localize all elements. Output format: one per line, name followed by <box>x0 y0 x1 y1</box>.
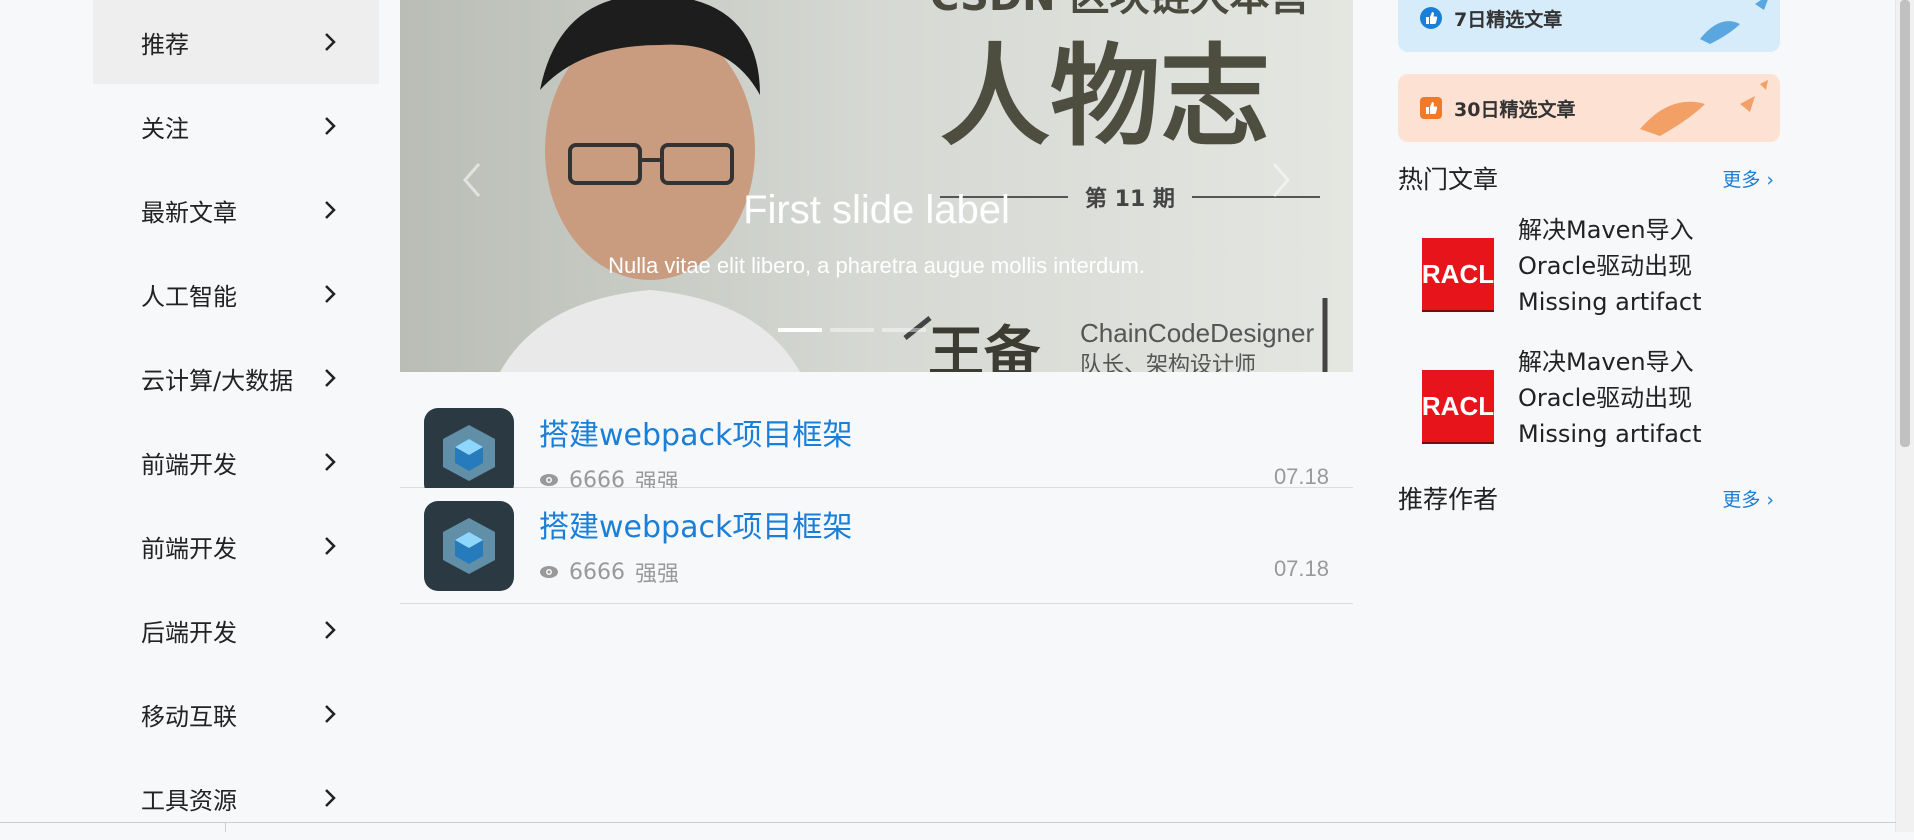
cube-icon <box>443 425 495 481</box>
bird-decoration-icon <box>1640 80 1768 136</box>
sidebar-item-label: 移动互联 <box>141 702 237 731</box>
sidebar-item-label: 最新文章 <box>141 198 237 227</box>
banner-30day-picks[interactable]: 30日精选文章 <box>1398 74 1780 142</box>
sidebar-item-frontend[interactable]: 前端开发 <box>93 420 379 504</box>
sidebar-item-label: 前端开发 <box>141 450 237 479</box>
sidebar-item-follow[interactable]: 关注 <box>93 84 379 168</box>
chevron-right-icon <box>319 283 341 305</box>
carousel[interactable]: CSDN 区块链大本营 人物志 第 11 期 王备 ChainCodeDesig… <box>400 0 1353 372</box>
slide-poster-role: 队长、架构设计师 <box>1080 353 1256 372</box>
list-item[interactable]: 搭建webpack项目框架 6666 强强 07.18 <box>400 372 1353 498</box>
webpack-logo <box>424 408 514 498</box>
bottom-divider <box>0 822 1896 823</box>
sidebar-item-label: 云计算/大数据 <box>141 366 294 395</box>
sidebar-item-label: 后端开发 <box>141 618 237 647</box>
chevron-right-icon <box>319 535 341 557</box>
chevron-right-icon <box>319 787 341 809</box>
sidebar-item-ai[interactable]: 人工智能 <box>93 252 379 336</box>
cube-icon <box>443 518 495 574</box>
eye-icon <box>540 566 558 578</box>
hot-article-item[interactable]: RACL 解决Maven导入Oracle驱动出现Missing artifact <box>1398 212 1780 330</box>
carousel-indicators <box>400 328 1353 332</box>
thumbs-up-icon <box>1420 7 1442 29</box>
banner-label: 30日精选文章 <box>1454 98 1576 121</box>
hot-article-title[interactable]: 解决Maven导入Oracle驱动出现Missing artifact <box>1518 212 1708 330</box>
webpack-logo <box>424 501 514 591</box>
eye-icon <box>540 474 558 486</box>
sidebar-item-frontend-2[interactable]: 前端开发 <box>93 504 379 588</box>
article-title[interactable]: 搭建webpack项目框架 <box>539 502 852 546</box>
list-item[interactable]: 搭建webpack项目框架 6666 强强 07.18 <box>400 488 1353 604</box>
chevron-right-icon <box>319 367 341 389</box>
chevron-right-icon <box>319 115 341 137</box>
right-sidebar: 7日精选文章 30日精选文章 热门文章 更多 › RACL 解决Maven导入O… <box>1398 0 1780 518</box>
sidebar-item-tools[interactable]: 工具资源 <box>93 756 379 840</box>
chevron-right-icon <box>319 619 341 641</box>
article-author: 强强 <box>635 562 680 587</box>
chevron-right-icon <box>319 703 341 725</box>
article-meta: 6666 强强 <box>539 556 679 588</box>
sidebar-item-mobile[interactable]: 移动互联 <box>93 672 379 756</box>
carousel-indicator[interactable] <box>777 328 822 332</box>
sidebar-item-label: 关注 <box>141 114 189 143</box>
banner-label: 7日精选文章 <box>1454 8 1563 31</box>
bird-decoration-icon <box>1700 0 1768 44</box>
view-count: 6666 <box>569 559 625 585</box>
more-link[interactable]: 更多 › <box>1722 485 1774 512</box>
slide-caption: First slide label Nulla vitae elit liber… <box>400 188 1353 279</box>
sidebar-item-label: 工具资源 <box>141 786 237 815</box>
section-title: 热门文章 <box>1398 165 1499 194</box>
sidebar-item-latest[interactable]: 最新文章 <box>93 168 379 252</box>
sidebar-item-recommend[interactable]: 推荐 <box>93 0 379 84</box>
sidebar-item-label: 人工智能 <box>141 282 237 311</box>
sidebar-item-label: 前端开发 <box>141 534 237 563</box>
chevron-right-icon <box>319 31 341 53</box>
oracle-logo: RACL <box>1422 370 1494 444</box>
calendar-icon <box>1420 97 1442 119</box>
bottom-divider-tick <box>225 822 226 832</box>
sidebar-item-cloud[interactable]: 云计算/大数据 <box>93 336 379 420</box>
hot-article-title[interactable]: 解决Maven导入Oracle驱动出现Missing artifact <box>1518 344 1708 462</box>
oracle-logo: RACL <box>1422 238 1494 312</box>
article-list: 搭建webpack项目框架 6666 强强 07.18 搭建webpack项目框… <box>400 372 1353 604</box>
slide-poster-top: CSDN 区块链大本营 <box>930 0 1310 20</box>
carousel-indicator[interactable] <box>881 328 926 332</box>
more-link[interactable]: 更多 › <box>1722 165 1774 192</box>
vertical-scrollbar[interactable] <box>1895 0 1914 832</box>
slide-poster-main: 人物志 <box>940 33 1270 161</box>
sidebar-item-backend[interactable]: 后端开发 <box>93 588 379 672</box>
slide-poster-name-en: ChainCodeDesigner <box>1080 318 1314 348</box>
chevron-right-icon <box>319 451 341 473</box>
slide-title: First slide label <box>743 188 1010 232</box>
section-title: 推荐作者 <box>1398 485 1499 514</box>
article-date: 07.18 <box>1273 464 1329 489</box>
carousel-indicator[interactable] <box>829 328 874 332</box>
article-date: 07.18 <box>1273 556 1329 581</box>
banner-7day-picks[interactable]: 7日精选文章 <box>1398 0 1780 52</box>
category-sidebar: 推荐 关注 最新文章 人工智能 云计算/大数据 前端开发 前端开发 后端开发 移… <box>93 0 379 840</box>
hot-articles-header: 热门文章 更多 › <box>1398 158 1780 198</box>
scrollbar-thumb[interactable] <box>1900 0 1910 447</box>
hot-article-item[interactable]: RACL 解决Maven导入Oracle驱动出现Missing artifact <box>1398 344 1780 462</box>
sidebar-item-label: 推荐 <box>141 30 189 59</box>
article-title[interactable]: 搭建webpack项目框架 <box>539 410 852 454</box>
recommended-authors-header: 推荐作者 更多 › <box>1398 478 1780 518</box>
chevron-right-icon <box>319 199 341 221</box>
slide-text: Nulla vitae elit libero, a pharetra augu… <box>608 253 1145 278</box>
slide-image: CSDN 区块链大本营 人物志 第 11 期 王备 ChainCodeDesig… <box>400 0 1353 372</box>
